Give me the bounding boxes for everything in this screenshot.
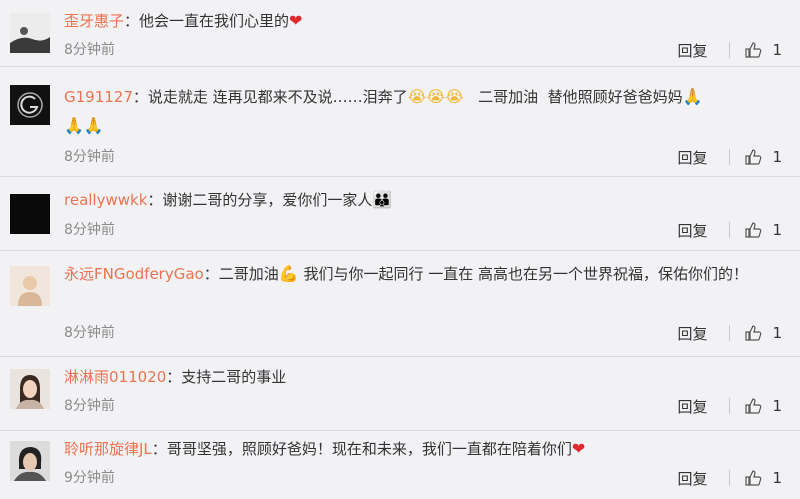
action-divider xyxy=(729,398,731,414)
comment-item: 歪牙惠子：他会一直在我们心里的❤ 8分钟前 回复 1 xyxy=(0,0,800,67)
like-count: 1 xyxy=(772,397,782,415)
avatar[interactable] xyxy=(10,194,50,234)
comment-username[interactable]: 歪牙惠子 xyxy=(64,12,124,30)
comment-body: G191127：说走就走 连再见都来不及说……泪奔了😭😭😭 二哥加油 替他照顾好… xyxy=(64,83,784,141)
comment-item: G191127：说走就走 连再见都来不及说……泪奔了😭😭😭 二哥加油 替他照顾好… xyxy=(0,67,800,177)
avatar-image xyxy=(10,13,50,53)
heart-emoji-icon: ❤ xyxy=(289,11,303,30)
comment-item: 聆听那旋律JL：哥哥坚强，照顾好爸妈！现在和未来，我们一直都在陪着你们❤ 9分钟… xyxy=(0,431,800,499)
reply-button[interactable]: 回复 xyxy=(677,147,707,168)
like-count: 1 xyxy=(772,324,782,342)
family-emoji-icon: 👪 xyxy=(372,190,393,209)
comment-item: 淋淋雨011020：支持二哥的事业 8分钟前 回复 1 xyxy=(0,357,800,431)
comment-text: 说走就走 连再见都来不及说……泪奔了 xyxy=(147,88,408,106)
comment-actions: 回复 1 xyxy=(677,219,782,241)
folded-hands-emoji-icon: 🙏 xyxy=(682,87,703,106)
comment-username[interactable]: 永远FNGodferyGao xyxy=(64,265,204,283)
like-count: 1 xyxy=(772,148,782,166)
avatar-image xyxy=(10,194,50,234)
comment-text: 我们与你一起同行 一直在 高高也在另一个世界祝福，保佑你们的！ xyxy=(298,265,748,283)
thumbs-up-icon xyxy=(745,398,762,414)
comment-time: 8分钟前 xyxy=(64,149,115,165)
comment-text: 谢谢二哥的分享，爱你们一家人 xyxy=(162,191,373,209)
reply-button[interactable]: 回复 xyxy=(677,396,707,417)
avatar[interactable] xyxy=(10,13,50,53)
action-divider xyxy=(729,325,731,341)
action-divider xyxy=(729,470,731,486)
thumbs-up-icon xyxy=(745,222,762,238)
comment-item: 永远FNGodferyGao：二哥加油💪 我们与你一起同行 一直在 高高也在另一… xyxy=(0,251,800,357)
comment-time: 8分钟前 xyxy=(64,325,115,341)
thumbs-up-icon xyxy=(745,470,762,486)
comment-time: 8分钟前 xyxy=(64,398,115,414)
avatar[interactable] xyxy=(10,441,50,481)
like-button[interactable]: 1 xyxy=(744,148,782,166)
comment-item: reallywwkk：谢谢二哥的分享，爱你们一家人👪 8分钟前 回复 1 xyxy=(0,177,800,251)
heart-emoji-icon: ❤ xyxy=(571,439,586,458)
comment-text: 支持二哥的事业 xyxy=(181,368,287,386)
comment-username[interactable]: 聆听那旋律JL xyxy=(64,440,152,458)
reply-button[interactable]: 回复 xyxy=(677,40,707,61)
avatar-image xyxy=(10,85,50,125)
like-button[interactable]: 1 xyxy=(744,469,782,487)
username-separator: ： xyxy=(151,440,167,458)
comment-time: 8分钟前 xyxy=(64,42,115,58)
comment-username[interactable]: reallywwkk xyxy=(64,191,147,209)
like-button[interactable]: 1 xyxy=(744,41,782,59)
comment-actions: 回复 1 xyxy=(677,322,782,344)
like-count: 1 xyxy=(772,41,782,59)
folded-hands-emoji-icon: 🙏 xyxy=(83,116,104,135)
avatar[interactable] xyxy=(10,85,50,125)
like-count: 1 xyxy=(772,221,782,239)
loudly-crying-face-emoji-icon: 😭 xyxy=(407,87,427,106)
comment-body: 歪牙惠子：他会一直在我们心里的❤ xyxy=(64,7,784,36)
comment-body: 淋淋雨011020：支持二哥的事业 xyxy=(64,363,784,392)
comment-text: 二哥加油 替他照顾好爸爸妈妈 xyxy=(463,88,683,106)
avatar-image xyxy=(10,369,50,409)
comment-username[interactable]: G191127 xyxy=(64,88,133,106)
avatar-image xyxy=(10,266,50,306)
loudly-crying-face-emoji-icon: 😭 xyxy=(426,87,446,106)
avatar[interactable] xyxy=(10,266,50,306)
thumbs-up-icon xyxy=(745,325,762,341)
comment-username[interactable]: 淋淋雨011020 xyxy=(64,368,166,386)
comment-body: 永远FNGodferyGao：二哥加油💪 我们与你一起同行 一直在 高高也在另一… xyxy=(64,260,784,289)
like-count: 1 xyxy=(772,469,782,487)
like-button[interactable]: 1 xyxy=(744,221,782,239)
comment-text: 哥哥坚强，照顾好爸妈！现在和未来，我们一直都在陪着你们 xyxy=(166,440,572,458)
thumbs-up-icon xyxy=(745,149,762,165)
like-button[interactable]: 1 xyxy=(744,324,782,342)
comment-actions: 回复 1 xyxy=(677,146,782,168)
avatar-image xyxy=(10,441,50,481)
comment-actions: 回复 1 xyxy=(677,467,782,489)
username-separator: ： xyxy=(166,368,182,386)
avatar[interactable] xyxy=(10,369,50,409)
comment-time: 9分钟前 xyxy=(64,470,115,486)
like-button[interactable]: 1 xyxy=(744,397,782,415)
action-divider xyxy=(729,222,731,238)
reply-button[interactable]: 回复 xyxy=(677,220,707,241)
action-divider xyxy=(729,149,731,165)
comment-actions: 回复 1 xyxy=(677,39,782,61)
username-separator: ： xyxy=(203,265,219,283)
comment-text: 二哥加油 xyxy=(218,265,279,283)
comment-list: 歪牙惠子：他会一直在我们心里的❤ 8分钟前 回复 1 G191127：说走就走 … xyxy=(0,0,800,499)
flexed-biceps-emoji-icon: 💪 xyxy=(278,264,299,283)
reply-button[interactable]: 回复 xyxy=(677,323,707,344)
username-separator: ： xyxy=(132,88,148,106)
comment-text: 他会一直在我们心里的 xyxy=(139,12,290,30)
comment-body: 聆听那旋律JL：哥哥坚强，照顾好爸妈！现在和未来，我们一直都在陪着你们❤ xyxy=(64,435,784,464)
reply-button[interactable]: 回复 xyxy=(677,468,707,489)
comment-actions: 回复 1 xyxy=(677,395,782,417)
comment-body: reallywwkk：谢谢二哥的分享，爱你们一家人👪 xyxy=(64,186,784,215)
username-separator: ： xyxy=(124,12,140,30)
action-divider xyxy=(729,42,731,58)
thumbs-up-icon xyxy=(745,42,762,58)
username-separator: ： xyxy=(147,191,163,209)
comment-time: 8分钟前 xyxy=(64,222,115,238)
loudly-crying-face-emoji-icon: 😭 xyxy=(445,87,464,106)
folded-hands-emoji-icon: 🙏 xyxy=(64,116,84,135)
